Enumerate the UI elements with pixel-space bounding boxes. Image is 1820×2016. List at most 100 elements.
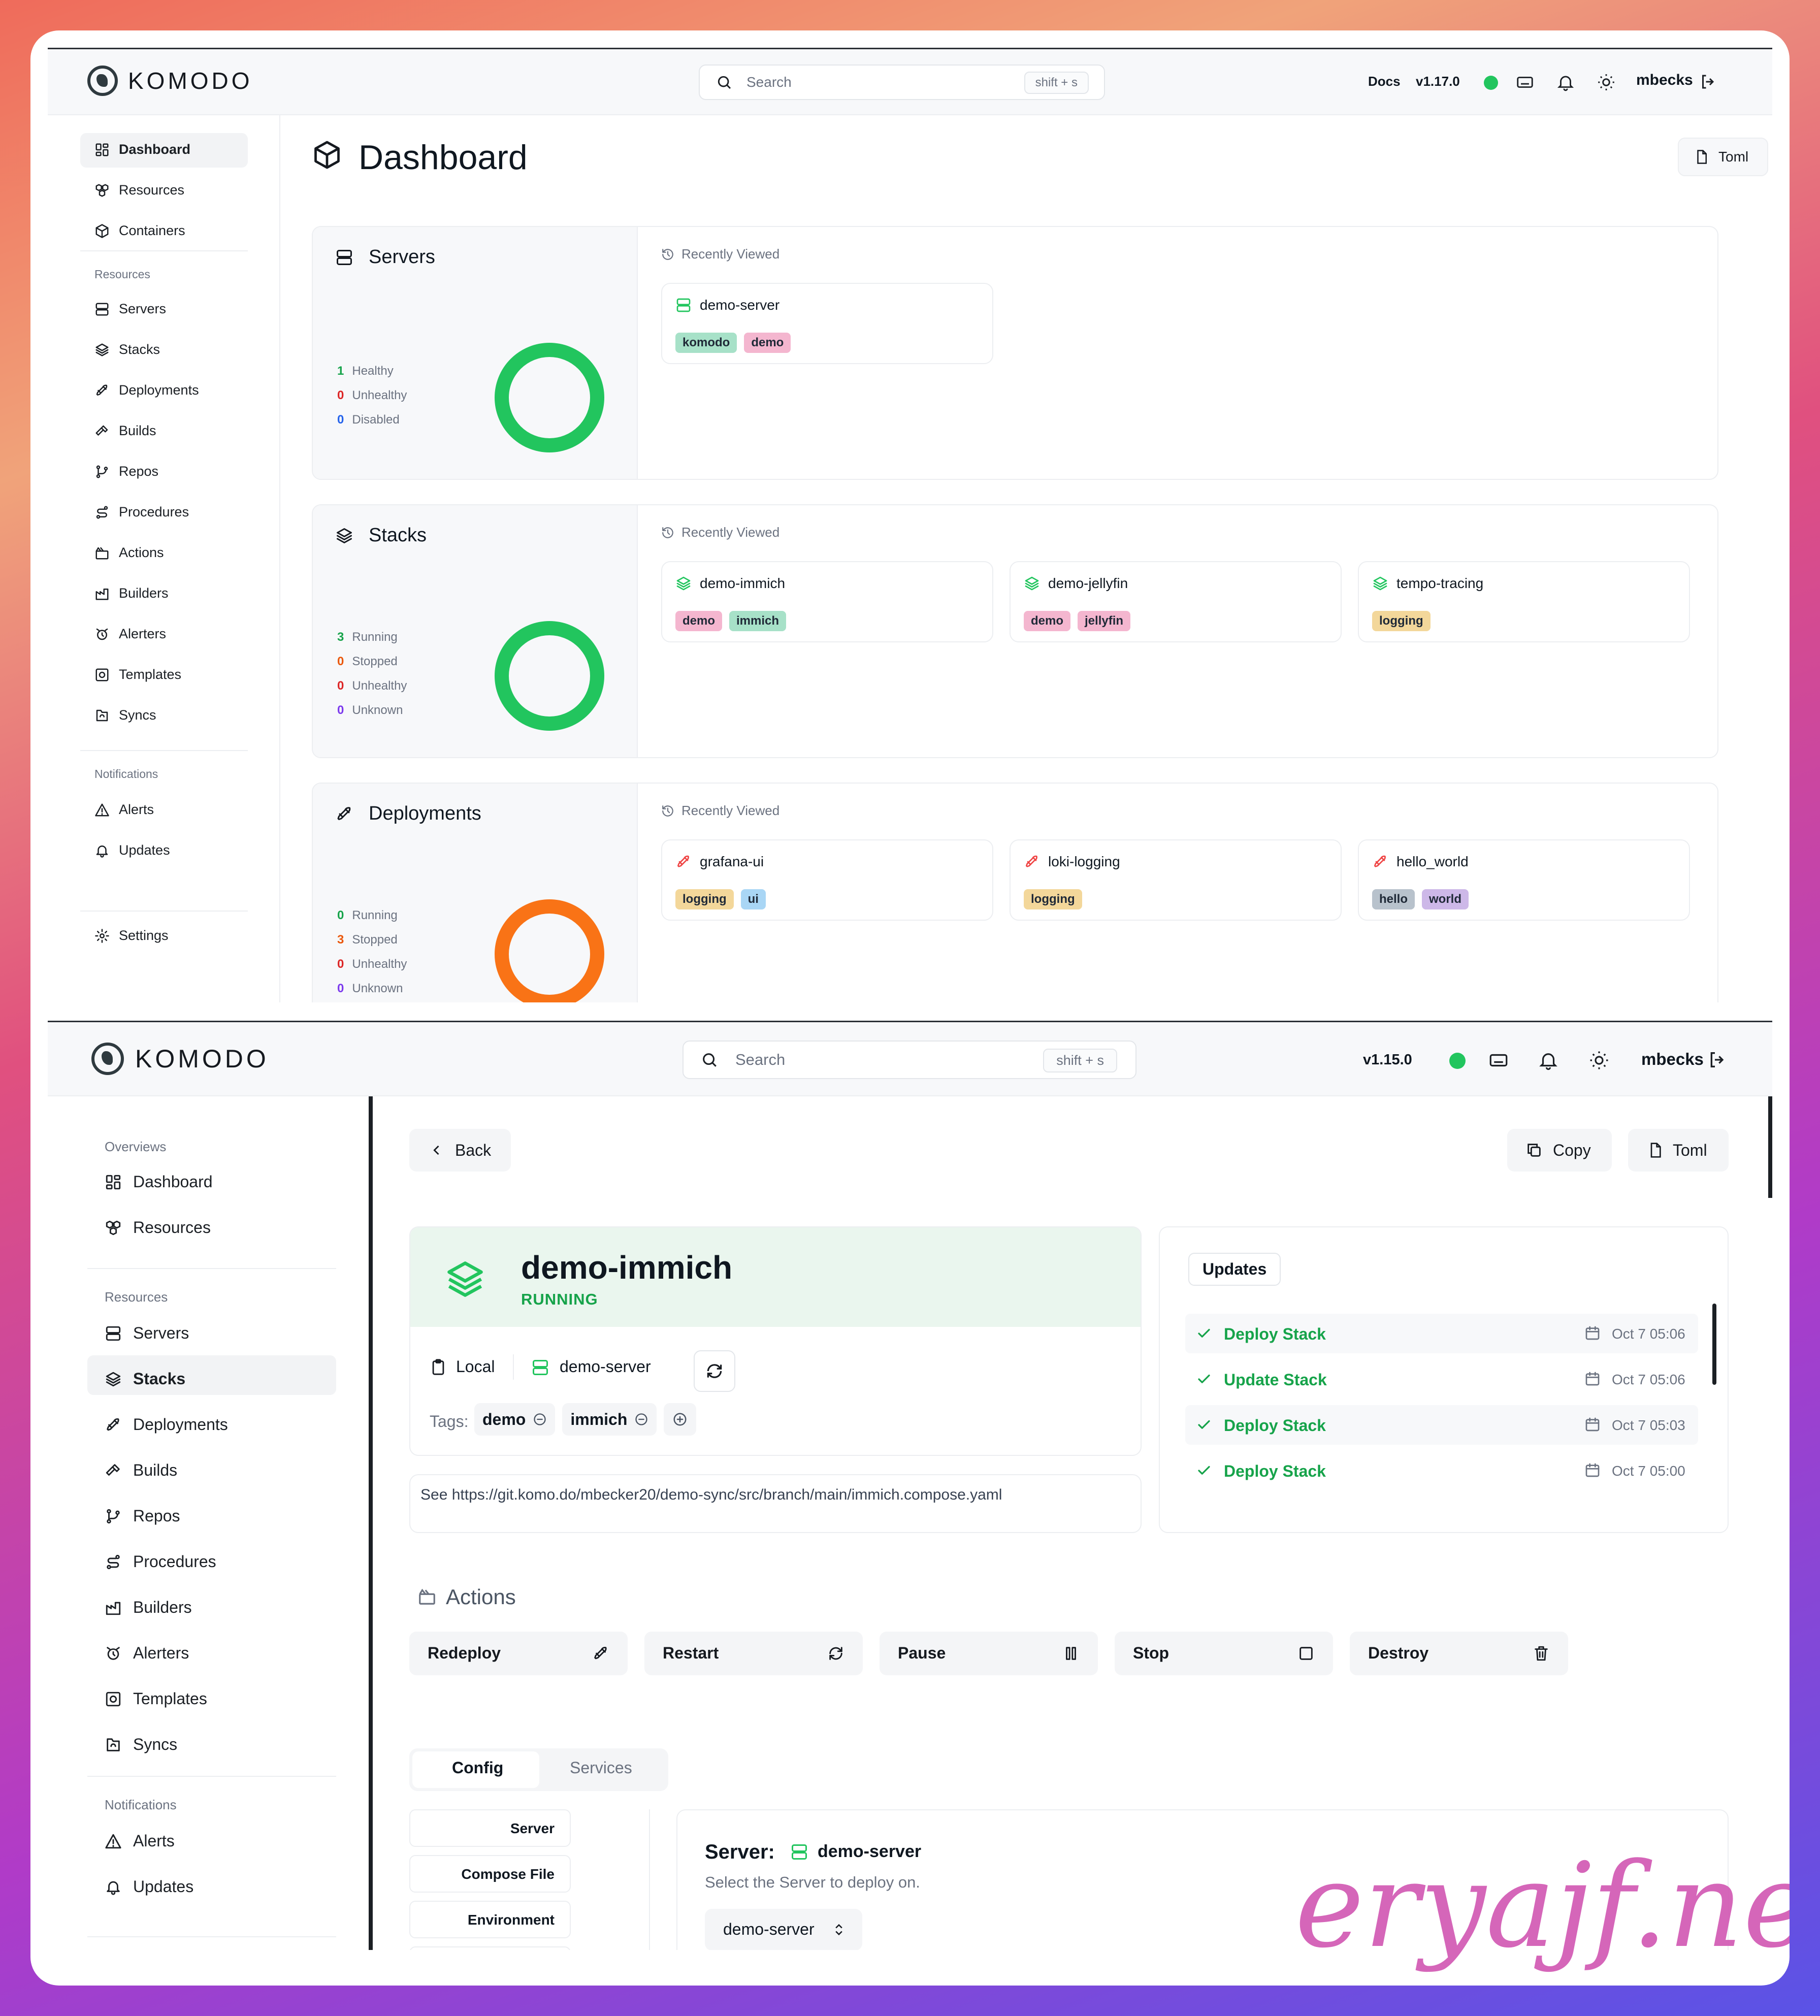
servers-summary[interactable]: Servers 1 Healthy 0 Unhealthy 0 Disabled	[313, 227, 638, 479]
refresh-button[interactable]	[694, 1350, 735, 1392]
sun-icon[interactable]	[1597, 73, 1616, 92]
user-name[interactable]: mbecks	[1636, 72, 1693, 89]
sidebar-item-updates[interactable]: Updates	[94, 842, 170, 858]
update-row[interactable]: Deploy Stack Oct 7 05:00	[1185, 1451, 1698, 1490]
config-nav-links[interactable]: Links	[409, 1946, 571, 1950]
tab-services[interactable]: Services	[570, 1759, 632, 1777]
sidebar-item-settings[interactable]: Settings	[94, 928, 169, 944]
recent-item-demo-immich[interactable]: demo-immich demo immich	[661, 561, 993, 642]
recent-item-loki-logging[interactable]: loki-logging logging	[1010, 839, 1342, 921]
sidebar-item-templates[interactable]: Templates	[94, 667, 181, 682]
stop-button[interactable]: Stop	[1115, 1632, 1333, 1675]
sidebar-item-stacks[interactable]: Stacks	[94, 342, 160, 357]
brand[interactable]: KOMODO	[91, 1043, 269, 1075]
sidebar-item-repos[interactable]: Repos	[105, 1507, 180, 1525]
tag-immich[interactable]: immich	[562, 1403, 657, 1436]
minus-circle-icon[interactable]	[634, 1412, 648, 1426]
sidebar-item-builds[interactable]: Builds	[94, 423, 156, 439]
tag-komodo[interactable]: komodo	[675, 333, 737, 353]
keyboard-icon[interactable]	[1488, 1050, 1509, 1071]
sidebar-item-procedures[interactable]: Procedures	[105, 1552, 216, 1571]
config-nav-environment[interactable]: Environment	[409, 1901, 571, 1938]
search-input[interactable]: Search shift + s	[682, 1040, 1136, 1079]
tag-demo[interactable]: demo	[744, 333, 791, 353]
sidebar-item-builders[interactable]: Builders	[105, 1598, 192, 1617]
tab-config[interactable]: Config	[452, 1759, 503, 1777]
config-nav-server[interactable]: Server	[409, 1809, 571, 1847]
pause-button[interactable]: Pause	[880, 1632, 1098, 1675]
updates-title[interactable]: Updates	[1188, 1253, 1281, 1286]
tag-logging[interactable]: logging	[1372, 611, 1431, 631]
search-input[interactable]: Search shift + s	[699, 64, 1105, 100]
tag-demo[interactable]: demo	[675, 611, 723, 631]
sidebar-item-servers[interactable]: Servers	[105, 1324, 189, 1343]
sidebar-item-alerts[interactable]: Alerts	[94, 802, 154, 818]
recent-item-grafana-ui[interactable]: grafana-ui logging ui	[661, 839, 993, 921]
recent-item-demo-server[interactable]: demo-server komodo demo	[661, 283, 993, 364]
tag-ui[interactable]: ui	[740, 889, 766, 909]
sidebar-item-dashboard[interactable]: Dashboard	[94, 142, 190, 157]
tag-immich[interactable]: immich	[729, 611, 787, 631]
tag-demo[interactable]: demo	[1024, 611, 1071, 631]
bell-icon[interactable]	[1556, 73, 1575, 92]
brand[interactable]: KOMODO	[87, 66, 253, 96]
recent-item-demo-jellyfin[interactable]: demo-jellyfin demo jellyfin	[1010, 561, 1342, 642]
sidebar-item-dashboard[interactable]: Dashboard	[105, 1173, 213, 1191]
sidebar-item-actions[interactable]: Actions	[94, 545, 164, 561]
minus-circle-icon[interactable]	[533, 1412, 547, 1426]
deployments-summary[interactable]: Deployments 0 Running 3 Stopped 0 Unhealthy 0 Un…	[313, 784, 638, 1002]
tag-world[interactable]: world	[1422, 889, 1469, 909]
sidebar-item-alerts[interactable]: Alerts	[105, 1832, 175, 1850]
stack-description[interactable]: See https://git.komo.do/mbecker20/demo-s…	[409, 1474, 1142, 1533]
recent-item-tempo-tracing[interactable]: tempo-tracing logging	[1358, 561, 1690, 642]
sidebar-item-alerters[interactable]: Alerters	[94, 626, 166, 642]
sidebar-item-resources[interactable]: Resources	[94, 182, 184, 198]
update-row[interactable]: Deploy Stack Oct 7 05:06	[1185, 1314, 1698, 1353]
sidebar-item-deployments[interactable]: Deployments	[94, 382, 199, 398]
tag-hello[interactable]: hello	[1372, 889, 1415, 909]
tag-logging[interactable]: logging	[1024, 889, 1082, 909]
sidebar-item-updates[interactable]: Updates	[105, 1877, 193, 1896]
sidebar-item-repos[interactable]: Repos	[94, 464, 158, 479]
updates-scrollbar[interactable]	[1712, 1304, 1716, 1385]
brand-name: KOMODO	[128, 68, 253, 94]
redeploy-button[interactable]: Redeploy	[409, 1632, 628, 1675]
sidebar-item-procedures[interactable]: Procedures	[94, 504, 189, 520]
tag-demo[interactable]: demo	[474, 1403, 556, 1436]
sidebar-item-servers[interactable]: Servers	[94, 301, 166, 317]
sidebar-item-syncs[interactable]: Syncs	[94, 707, 156, 723]
copy-button[interactable]: Copy	[1507, 1129, 1612, 1172]
add-tag-button[interactable]	[664, 1403, 697, 1436]
toml-button[interactable]: Toml	[1678, 138, 1768, 176]
stacks-summary[interactable]: Stacks 3 Running 0 Stopped 0 Unhealthy 0 Unknown	[313, 505, 638, 757]
user-name[interactable]: mbecks	[1641, 1050, 1704, 1069]
restart-button[interactable]: Restart	[644, 1632, 863, 1675]
update-row[interactable]: Deploy Stack Oct 7 05:03	[1185, 1405, 1698, 1445]
sidebar-item-deployments[interactable]: Deployments	[105, 1415, 228, 1434]
update-row[interactable]: Update Stack Oct 7 05:06	[1185, 1359, 1698, 1399]
server-select[interactable]: demo-server	[705, 1909, 862, 1950]
server-field-value[interactable]: demo-server	[818, 1842, 921, 1862]
sidebar-item-alerters[interactable]: Alerters	[105, 1644, 189, 1663]
logout-icon[interactable]	[1699, 73, 1717, 91]
back-button[interactable]: Back	[409, 1129, 511, 1172]
recent-item-hello-world[interactable]: hello_world hello world	[1358, 839, 1690, 921]
tag-logging[interactable]: logging	[675, 889, 734, 909]
keyboard-icon[interactable]	[1515, 73, 1535, 92]
sidebar-item-stacks[interactable]: Stacks	[105, 1370, 185, 1388]
sidebar-item-containers[interactable]: Containers	[94, 223, 185, 239]
stack-server-link[interactable]: demo-server	[560, 1357, 651, 1376]
toml-button[interactable]: Toml	[1628, 1129, 1729, 1172]
tag-jellyfin[interactable]: jellyfin	[1078, 611, 1131, 631]
sidebar-item-syncs[interactable]: Syncs	[105, 1735, 177, 1754]
sidebar-item-templates[interactable]: Templates	[105, 1689, 207, 1708]
sidebar-item-builders[interactable]: Builders	[94, 586, 169, 601]
sidebar-item-resources[interactable]: Resources	[105, 1218, 211, 1237]
docs-link[interactable]: Docs	[1368, 74, 1401, 89]
logout-icon[interactable]	[1707, 1050, 1728, 1070]
bell-icon[interactable]	[1538, 1050, 1559, 1071]
sidebar-item-builds[interactable]: Builds	[105, 1461, 177, 1480]
sun-icon[interactable]	[1588, 1050, 1610, 1071]
destroy-button[interactable]: Destroy	[1350, 1632, 1568, 1675]
config-nav-compose-file[interactable]: Compose File	[409, 1855, 571, 1893]
